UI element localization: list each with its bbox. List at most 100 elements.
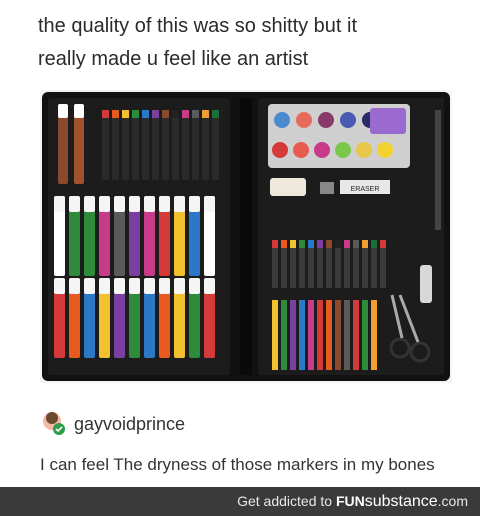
- marker-cap: [84, 196, 95, 212]
- colored-pencil: [371, 300, 377, 370]
- paint-cake: [296, 112, 312, 128]
- crayon-tip: [142, 110, 149, 118]
- paint-cake: [274, 112, 290, 128]
- pencil-tip: [380, 240, 386, 248]
- crayon-tip: [212, 110, 219, 118]
- caption-line-2: really made u feel like an artist: [38, 48, 309, 70]
- crayon: [122, 110, 129, 180]
- paint-cake: [335, 142, 351, 158]
- marker-cap: [189, 196, 200, 212]
- pencil-tip: [317, 240, 323, 248]
- crayon-tip: [122, 110, 129, 118]
- marker-cap: [69, 278, 80, 294]
- crayon-tip: [102, 110, 109, 118]
- footer-branding[interactable]: Get addicted to FUNsubstance.com: [237, 493, 468, 511]
- crayon: [162, 110, 169, 180]
- pencil-tip: [299, 240, 305, 248]
- crayon-tip: [132, 110, 139, 118]
- paint-tube-cap: [74, 104, 84, 118]
- marker-cap: [144, 278, 155, 294]
- crayon-tip: [182, 110, 189, 118]
- colored-pencil: [317, 300, 323, 370]
- marker-cap: [189, 278, 200, 294]
- colored-pencil: [335, 300, 341, 370]
- pencil-tip: [335, 240, 341, 248]
- crayon-tip: [162, 110, 169, 118]
- crayon-tip: [192, 110, 199, 118]
- crayon: [192, 110, 199, 180]
- marker-cap: [204, 196, 215, 212]
- colored-pencil: [281, 300, 287, 370]
- colored-pencil: [353, 300, 359, 370]
- crayon-tip: [172, 110, 179, 118]
- art-set-photo: ERASER: [40, 90, 452, 383]
- avatar-icon: [43, 412, 65, 435]
- crayon: [102, 110, 109, 180]
- post-caption: the quality of this was so shitty but it…: [38, 10, 458, 76]
- colored-pencil: [272, 300, 278, 370]
- paint-cake: [314, 142, 330, 158]
- paint-cake: [377, 142, 393, 158]
- crayon-tip: [152, 110, 159, 118]
- crayon: [152, 110, 159, 180]
- sharpener: [320, 182, 334, 194]
- crayon-tip: [202, 110, 209, 118]
- art-set-illustration: ERASER: [42, 92, 450, 381]
- crayon: [132, 110, 139, 180]
- marker-cap: [174, 278, 185, 294]
- crayon: [182, 110, 189, 180]
- marker-cap: [54, 196, 65, 212]
- pencil-tip: [353, 240, 359, 248]
- marker-cap: [144, 196, 155, 212]
- paint-cake: [340, 112, 356, 128]
- paint-cake: [293, 142, 309, 158]
- reply-comment: I can feel The dryness of those markers …: [40, 455, 435, 474]
- marker-cap: [99, 196, 110, 212]
- pencil-tip: [290, 240, 296, 248]
- pencil-tip: [362, 240, 368, 248]
- colored-pencil: [290, 300, 296, 370]
- paint-cake: [356, 142, 372, 158]
- paint-cake: [272, 142, 288, 158]
- glue-bottle: [420, 265, 432, 303]
- brand-substance: substance: [364, 493, 438, 510]
- crayon: [202, 110, 209, 180]
- caption-line-1: the quality of this was so shitty but it: [38, 15, 358, 37]
- white-eraser: [270, 178, 306, 196]
- crayon: [142, 110, 149, 180]
- footer-prefix: Get addicted to: [237, 493, 336, 509]
- marker-cap: [129, 196, 140, 212]
- colored-pencil: [362, 300, 368, 370]
- case-hinge: [240, 98, 252, 375]
- marker-cap: [54, 278, 65, 294]
- pencil-tip: [281, 240, 287, 248]
- marker-cap: [69, 196, 80, 212]
- brand-tld: .com: [437, 493, 468, 509]
- brush: [435, 110, 441, 230]
- marker-cap: [99, 278, 110, 294]
- colored-pencil: [299, 300, 305, 370]
- colored-pencil: [308, 300, 314, 370]
- crayon: [172, 110, 179, 180]
- marker-cap: [129, 278, 140, 294]
- marker-cap: [84, 278, 95, 294]
- crayon: [212, 110, 219, 180]
- marker-cap: [204, 278, 215, 294]
- colored-pencil: [344, 300, 350, 370]
- reply-username[interactable]: gayvoidprince: [74, 414, 185, 435]
- marker-cap: [174, 196, 185, 212]
- colored-pencil: [326, 300, 332, 370]
- crayon: [112, 110, 119, 180]
- pencil-tip: [326, 240, 332, 248]
- pencil-tip: [344, 240, 350, 248]
- crayon-tip: [112, 110, 119, 118]
- eraser-label: ERASER: [351, 186, 380, 193]
- pencil-tip: [272, 240, 278, 248]
- paint-tube-cap: [58, 104, 68, 118]
- marker-cap: [159, 196, 170, 212]
- paint-cake: [318, 112, 334, 128]
- brand-fun: FUN: [335, 493, 365, 509]
- site-footer: Get addicted to FUNsubstance.com: [0, 487, 480, 516]
- pencil-tip: [371, 240, 377, 248]
- marker-cap: [159, 278, 170, 294]
